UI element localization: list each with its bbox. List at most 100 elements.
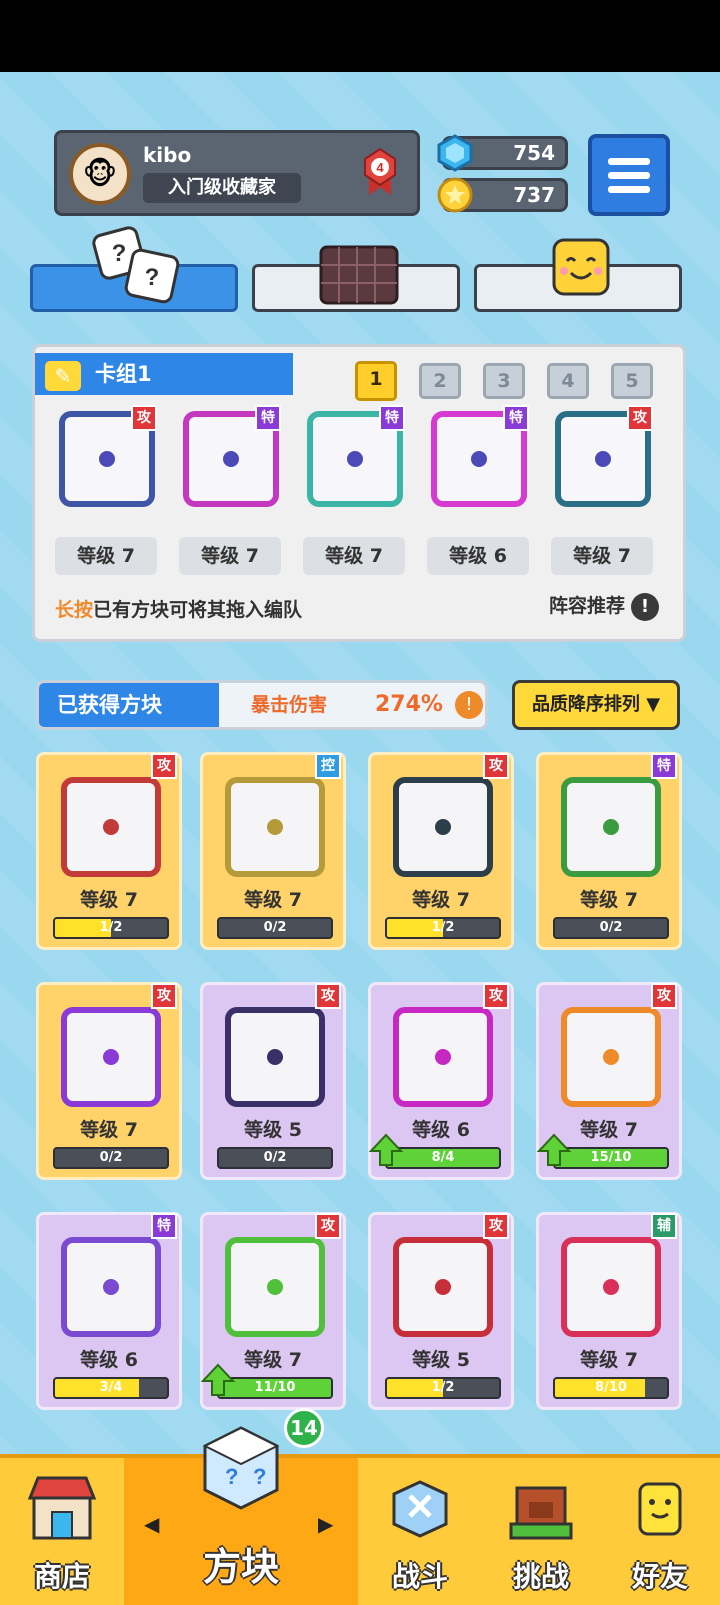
- card-dot: [99, 451, 115, 467]
- block-dot: [267, 819, 283, 835]
- coins-value: 737: [513, 183, 555, 207]
- nav-battle[interactable]: 战斗: [358, 1458, 482, 1605]
- dice-icon: ? ?: [92, 226, 180, 304]
- nav-shop[interactable]: 商店: [0, 1458, 124, 1605]
- nav-friends[interactable]: 好友: [600, 1458, 720, 1605]
- menu-button[interactable]: [588, 134, 670, 216]
- progress-text: 8/4: [431, 1150, 455, 1165]
- block-card[interactable]: 攻等级 7 0/2: [36, 982, 182, 1180]
- block-card[interactable]: 攻等级 7 15/10: [536, 982, 682, 1180]
- deck-card-level: 等级 6: [427, 537, 529, 575]
- pencil-icon: ✎: [45, 361, 81, 391]
- svg-text:?: ?: [225, 1464, 238, 1489]
- deck-tab-3[interactable]: 3: [483, 363, 525, 399]
- block-tag: 特: [651, 753, 677, 779]
- progress-text: 0/2: [263, 1150, 287, 1165]
- deck-tab-1[interactable]: 1: [355, 361, 397, 401]
- deck-name-bar[interactable]: ✎ 卡组1: [35, 353, 293, 395]
- block-art: [225, 777, 325, 877]
- block-tag: 攻: [483, 1213, 509, 1239]
- progress-text: 0/2: [99, 1150, 123, 1165]
- recommend-button[interactable]: 阵容推荐!: [549, 591, 659, 621]
- deck-card-level: 等级 7: [551, 537, 653, 575]
- progress-text: 0/2: [599, 920, 623, 935]
- nav-challenge-label: 挑战: [512, 1560, 569, 1593]
- block-card[interactable]: 控等级 7 0/2: [200, 752, 346, 950]
- block-progress-bar: 1/2: [385, 1377, 501, 1399]
- card-dot: [347, 451, 363, 467]
- upgrade-arrow-icon[interactable]: [537, 1133, 571, 1167]
- gems-counter[interactable]: 754: [437, 134, 568, 172]
- drag-hint: 长按已有方块可将其拖入编队: [55, 595, 302, 622]
- tab-board[interactable]: [252, 245, 460, 312]
- block-card[interactable]: 特等级 7 0/2: [536, 752, 682, 950]
- block-level: 等级 5: [412, 1349, 470, 1371]
- block-dot: [103, 819, 119, 835]
- card-tag: 攻: [131, 405, 157, 431]
- challenge-icon: [509, 1486, 573, 1540]
- owned-header: 已获得方块 暴击伤害 274% !: [36, 680, 488, 730]
- hint-strong: 长按: [55, 599, 94, 621]
- deck-card-level: 等级 7: [55, 537, 157, 575]
- block-progress-bar: 0/2: [217, 1147, 333, 1169]
- block-progress-bar: 0/2: [553, 917, 669, 939]
- block-card[interactable]: 特等级 6 3/4: [36, 1212, 182, 1410]
- shop-icon: [27, 1476, 97, 1540]
- block-card[interactable]: 攻等级 6 8/4: [368, 982, 514, 1180]
- block-progress-bar: 0/2: [217, 917, 333, 939]
- progress-text: 1/2: [431, 1380, 455, 1395]
- battle-icon: [392, 1480, 448, 1538]
- block-progress-bar: 1/2: [53, 917, 169, 939]
- coins-counter[interactable]: 737: [437, 177, 568, 213]
- tab-emotes[interactable]: [474, 238, 682, 312]
- menu-icon: [608, 157, 650, 165]
- block-progress-bar: 8/10: [553, 1377, 669, 1399]
- block-tag: 攻: [315, 1213, 341, 1239]
- block-dot: [603, 1279, 619, 1295]
- status-bar: [0, 0, 720, 72]
- nav-friends-label: 好友: [631, 1560, 688, 1593]
- deck-tab-5[interactable]: 5: [611, 363, 653, 399]
- block-card[interactable]: 攻等级 7 1/2: [36, 752, 182, 950]
- nav-challenge[interactable]: 挑战: [482, 1458, 600, 1605]
- next-arrow-icon[interactable]: ▶: [318, 1512, 333, 1536]
- block-card[interactable]: 攻等级 7 11/10: [200, 1212, 346, 1410]
- block-dot: [103, 1049, 119, 1065]
- block-art: [225, 1007, 325, 1107]
- svg-text:?: ?: [145, 264, 160, 291]
- crit-damage-value: 274%: [375, 692, 443, 717]
- deck-tab-2[interactable]: 2: [419, 363, 461, 399]
- card-dot: [223, 451, 239, 467]
- prev-arrow-icon[interactable]: ◀: [144, 1512, 159, 1536]
- block-card[interactable]: 攻等级 5 0/2: [200, 982, 346, 1180]
- block-progress-bar: 3/4: [53, 1377, 169, 1399]
- gem-icon: [437, 134, 473, 172]
- block-card[interactable]: 辅等级 7 8/10: [536, 1212, 682, 1410]
- card-tag: 特: [503, 405, 529, 431]
- block-card[interactable]: 攻等级 5 1/2: [368, 1212, 514, 1410]
- recommend-label: 阵容推荐: [548, 595, 625, 617]
- card-tag: 特: [255, 405, 281, 431]
- block-tag: 攻: [151, 753, 177, 779]
- block-art: [393, 1237, 493, 1337]
- avatar: 🐵: [69, 143, 131, 205]
- deck-tab-4[interactable]: 4: [547, 363, 589, 399]
- block-dot: [435, 1279, 451, 1295]
- upgrade-arrow-icon[interactable]: [201, 1363, 235, 1397]
- block-tag: 控: [315, 753, 341, 779]
- block-art: [393, 777, 493, 877]
- card-tag: 攻: [627, 405, 653, 431]
- tab-dice[interactable]: ? ?: [30, 226, 238, 312]
- progress-text: 1/2: [99, 920, 123, 935]
- block-art: [561, 1237, 661, 1337]
- progress-text: 8/10: [595, 1380, 627, 1395]
- block-dot: [435, 1049, 451, 1065]
- upgrade-arrow-icon[interactable]: [369, 1133, 403, 1167]
- crit-info-icon[interactable]: !: [455, 691, 483, 719]
- block-art: [61, 1237, 161, 1337]
- sort-dropdown[interactable]: 品质降序排列 ▼: [512, 680, 680, 730]
- progress-text: 11/10: [254, 1380, 296, 1395]
- profile-panel[interactable]: 🐵 kibo 入门级收藏家 4: [54, 130, 420, 216]
- block-card[interactable]: 攻等级 7 1/2: [368, 752, 514, 950]
- crit-damage-label: 暴击伤害: [251, 694, 328, 716]
